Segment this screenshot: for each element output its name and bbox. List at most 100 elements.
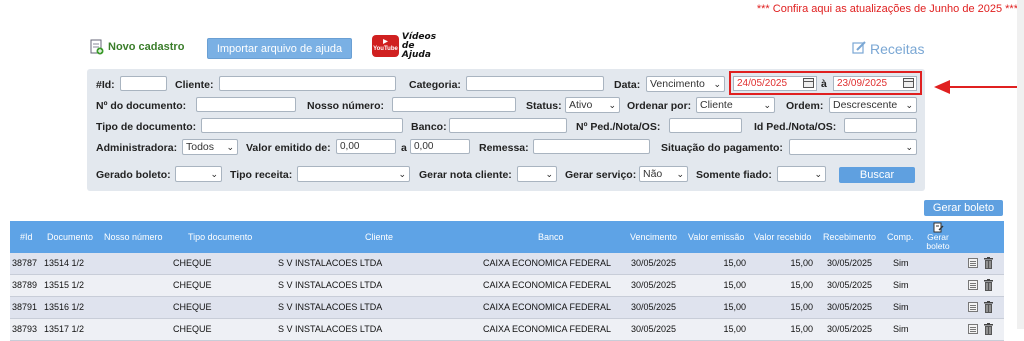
details-icon[interactable] [968, 324, 978, 334]
cell-valor-recebido: 15,00 [790, 258, 813, 268]
details-icon[interactable] [968, 302, 978, 312]
chevron-down-icon: ⌄ [713, 79, 721, 89]
tipo-receita-select[interactable]: ⌄ [297, 166, 410, 182]
date-from-input[interactable]: 24/05/2025 [733, 76, 817, 91]
num-documento-input[interactable] [196, 97, 296, 112]
administradora-value: Todos [186, 141, 215, 153]
chevron-down-icon: ⌄ [905, 142, 913, 152]
ordenar-select[interactable]: Cliente ⌄ [696, 97, 775, 113]
cell-tipo: CHEQUE [173, 280, 212, 290]
trash-icon[interactable] [984, 301, 993, 313]
gerar-boleto-button[interactable]: Gerar boleto [924, 200, 1003, 216]
tipo-documento-input[interactable] [201, 118, 403, 133]
administradora-label: Administradora: [96, 142, 178, 154]
nosso-numero-label: Nosso número: [307, 100, 385, 112]
header-recebimento[interactable]: Recebimento [823, 232, 876, 242]
gerado-boleto-select[interactable]: ⌄ [175, 166, 222, 182]
id-input[interactable] [120, 76, 167, 91]
data-type-select[interactable]: Vencimento ⌄ [646, 76, 725, 92]
header-tipo-documento[interactable]: Tipo documento [188, 232, 252, 242]
date-to-input[interactable]: 23/09/2025 [833, 76, 917, 91]
banco-input[interactable] [449, 118, 567, 133]
nosso-numero-input[interactable] [392, 97, 516, 112]
cell-valor-emissao: 15,00 [723, 280, 746, 290]
status-select[interactable]: Ativo ⌄ [565, 97, 620, 113]
header-comp[interactable]: Comp. [887, 232, 914, 242]
cell-comp: Sim [893, 258, 909, 268]
id-ped-label: Id Ped./Nota/OS: [754, 121, 837, 133]
details-icon[interactable] [968, 280, 978, 290]
cell-cliente: S V INSTALACOES LTDA [278, 258, 383, 268]
header-id[interactable]: #Id [20, 232, 33, 242]
trash-icon[interactable] [984, 257, 993, 269]
edit-icon [852, 41, 866, 57]
page-scrollbar[interactable] [1017, 0, 1024, 329]
tipo-documento-label: Tipo de documento: [96, 121, 197, 133]
cell-documento: 13516 1/2 [44, 302, 85, 312]
valor-ate-input[interactable]: 0,00 [410, 139, 470, 154]
novo-cadastro-button[interactable]: Novo cadastro [90, 39, 184, 55]
cell-banco: CAIXA ECONOMICA FEDERAL [483, 324, 612, 334]
calendar-icon[interactable] [903, 78, 914, 88]
table-header: #Id Documento Nosso número Tipo document… [10, 221, 1004, 253]
cliente-input[interactable] [219, 76, 396, 91]
header-nosso-numero[interactable]: Nosso número [104, 232, 163, 242]
categoria-input[interactable] [466, 76, 604, 91]
valor-separator: a [401, 142, 407, 154]
header-valor-emissao[interactable]: Valor emissão [688, 232, 744, 242]
id-ped-input[interactable] [844, 118, 917, 133]
header-banco[interactable]: Banco [538, 232, 564, 242]
remessa-input[interactable] [533, 139, 650, 154]
date-separator: à [821, 78, 827, 90]
tipo-receita-label: Tipo receita: [230, 169, 293, 181]
ordenar-value: Cliente [700, 99, 733, 111]
gerar-servico-label: Gerar serviço: [565, 169, 637, 181]
table-row[interactable]: 38793 13517 1/2 CHEQUE S V INSTALACOES L… [10, 319, 1004, 341]
situacao-select[interactable]: ⌄ [789, 139, 917, 155]
chevron-down-icon: ⌄ [398, 169, 406, 179]
cell-tipo: CHEQUE [173, 324, 212, 334]
header-valor-recebido[interactable]: Valor recebido [754, 232, 811, 242]
cell-recebimento: 30/05/2025 [827, 280, 873, 290]
cell-recebimento: 30/05/2025 [827, 258, 873, 268]
details-icon[interactable] [968, 258, 978, 268]
ordem-label: Ordem: [786, 100, 824, 112]
num-ped-label: Nº Ped./Nota/OS: [576, 121, 661, 133]
num-ped-input[interactable] [669, 118, 742, 133]
cell-valor-recebido: 15,00 [790, 280, 813, 290]
header-vencimento[interactable]: Vencimento [630, 232, 677, 242]
header-documento[interactable]: Documento [47, 232, 93, 242]
table-row[interactable]: 38791 13516 1/2 CHEQUE S V INSTALACOES L… [10, 297, 1004, 319]
receitas-label: Receitas [870, 41, 925, 57]
cliente-label: Cliente: [175, 79, 214, 91]
trash-icon[interactable] [984, 323, 993, 335]
cell-valor-emissao: 15,00 [723, 324, 746, 334]
receitas-title: Receitas [852, 41, 924, 57]
videos-ajuda-button[interactable]: ▶ YouTube Vídeos de Ajuda [372, 32, 442, 60]
administradora-select[interactable]: Todos ⌄ [182, 139, 238, 155]
gerar-nota-select[interactable]: ⌄ [517, 166, 557, 182]
data-type-value: Vencimento [650, 78, 705, 90]
importar-arquivo-button[interactable]: Importar arquivo de ajuda [207, 38, 352, 59]
cell-cliente: S V INSTALACOES LTDA [278, 302, 383, 312]
cell-comp: Sim [893, 324, 909, 334]
table-row[interactable]: 38787 13514 1/2 CHEQUE S V INSTALACOES L… [10, 253, 1004, 275]
cell-banco: CAIXA ECONOMICA FEDERAL [483, 258, 612, 268]
cell-id: 38789 [12, 280, 38, 290]
cell-comp: Sim [893, 302, 909, 312]
gerar-nota-label: Gerar nota cliente: [419, 169, 512, 181]
somente-fiado-select[interactable]: ⌄ [777, 166, 826, 182]
table-row[interactable]: 38789 13515 1/2 CHEQUE S V INSTALACOES L… [10, 275, 1004, 297]
trash-icon[interactable] [984, 279, 993, 291]
calendar-icon[interactable] [803, 78, 814, 88]
cell-tipo: CHEQUE [173, 302, 212, 312]
updates-link[interactable]: *** Confira aqui as atualizações de Junh… [757, 3, 1018, 15]
ordem-select[interactable]: Descrescente ⌄ [829, 97, 917, 113]
valor-de-input[interactable]: 0,00 [336, 139, 396, 154]
header-gerar-boleto: Gerar boleto [922, 221, 954, 251]
chevron-down-icon: ⌄ [545, 169, 553, 179]
videos-label-2: de Ajuda [401, 40, 431, 60]
buscar-button[interactable]: Buscar [839, 167, 915, 183]
gerar-servico-select[interactable]: Não ⌄ [639, 166, 688, 182]
header-cliente[interactable]: Cliente [365, 232, 393, 242]
